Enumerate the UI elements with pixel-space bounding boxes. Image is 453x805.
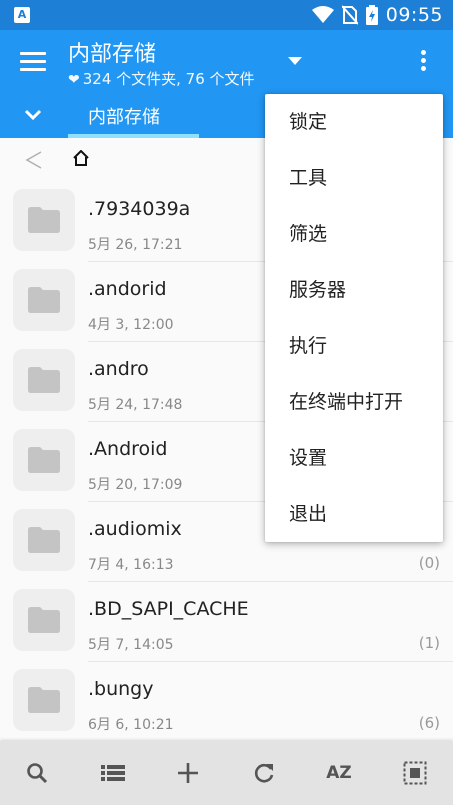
tab-internal-storage[interactable]: 内部存储 <box>68 96 199 138</box>
folder-icon <box>28 527 60 553</box>
add-icon <box>178 763 198 783</box>
item-count: (1) <box>418 634 440 652</box>
folder-icon <box>28 447 60 473</box>
refresh-button[interactable] <box>252 761 276 785</box>
add-button[interactable] <box>176 761 200 785</box>
folder-thumbnail <box>13 429 75 491</box>
menu-item-server[interactable]: 服务器 <box>265 262 443 318</box>
menu-hamburger-icon[interactable] <box>20 52 46 72</box>
folder-icon <box>28 207 60 233</box>
file-date: 5月 24, 17:48 <box>88 397 183 413</box>
status-bar: A 09:55 <box>0 0 453 30</box>
battery-charging-icon <box>365 5 378 25</box>
menu-item-settings[interactable]: 设置 <box>265 430 443 486</box>
file-name: .BD_SAPI_CACHE <box>88 598 249 620</box>
bottom-toolbar: AZ <box>0 741 453 805</box>
file-name: .audiomix <box>88 518 182 540</box>
folder-thumbnail <box>13 669 75 731</box>
storage-summary-text: 324 个文件夹, 76 个文件 <box>82 70 255 88</box>
item-count: (0) <box>418 554 440 572</box>
list-item[interactable]: .BD_SAPI_CACHE 5月 7, 14:05 (1) <box>0 582 453 662</box>
list-view-button[interactable] <box>101 761 125 785</box>
menu-item-open-in-terminal[interactable]: 在终端中打开 <box>265 374 443 430</box>
chevron-down-icon[interactable] <box>23 108 43 122</box>
file-name: .andorid <box>88 278 167 300</box>
no-sim-icon <box>341 5 358 25</box>
file-date: 5月 26, 17:21 <box>88 237 183 253</box>
menu-item-lock[interactable]: 锁定 <box>265 94 443 150</box>
file-name: .bungy <box>88 678 154 700</box>
page-title: 内部存储 <box>68 42 157 67</box>
app-icon: A <box>14 7 30 23</box>
wifi-icon <box>311 6 334 23</box>
folder-icon <box>28 687 60 713</box>
search-button[interactable] <box>25 761 49 785</box>
status-time: 09:55 <box>385 4 443 26</box>
home-icon[interactable] <box>73 150 89 166</box>
item-count: (6) <box>418 714 440 732</box>
tab-label: 内部存储 <box>88 107 160 128</box>
heart-icon[interactable]: ❤ <box>68 72 80 88</box>
menu-item-exit[interactable]: 退出 <box>265 486 443 542</box>
menu-item-tools[interactable]: 工具 <box>265 150 443 206</box>
menu-item-filter[interactable]: 筛选 <box>265 206 443 262</box>
select-all-button[interactable] <box>403 761 427 785</box>
file-name: .Android <box>88 438 168 460</box>
folder-thumbnail <box>13 189 75 251</box>
list-view-icon <box>101 765 125 781</box>
refresh-icon <box>254 763 274 783</box>
storage-summary: ❤ 324 个文件夹, 76 个文件 <box>68 68 255 89</box>
folder-icon <box>28 367 60 393</box>
menu-item-execute[interactable]: 执行 <box>265 318 443 374</box>
file-name: .7934039a <box>88 198 191 220</box>
overflow-menu-icon[interactable] <box>419 50 427 74</box>
file-date: 5月 20, 17:09 <box>88 477 183 493</box>
folder-thumbnail <box>13 509 75 571</box>
folder-thumbnail <box>13 349 75 411</box>
file-date: 7月 4, 16:13 <box>88 557 174 573</box>
search-icon <box>27 763 48 784</box>
file-date: 6月 6, 10:21 <box>88 717 174 733</box>
folder-thumbnail <box>13 269 75 331</box>
back-arrow-icon[interactable] <box>25 151 43 169</box>
file-date: 5月 7, 14:05 <box>88 637 174 653</box>
select-all-icon <box>403 761 427 785</box>
title-dropdown-icon[interactable] <box>288 57 302 65</box>
sort-az-button[interactable]: AZ <box>324 761 354 785</box>
folder-thumbnail <box>13 589 75 651</box>
file-date: 4月 3, 12:00 <box>88 317 174 333</box>
overflow-menu: 锁定 工具 筛选 服务器 执行 在终端中打开 设置 退出 <box>265 94 443 542</box>
folder-icon <box>28 607 60 633</box>
folder-icon <box>28 287 60 313</box>
file-name: .andro <box>88 358 149 380</box>
list-item[interactable]: .bungy 6月 6, 10:21 (6) <box>0 662 453 742</box>
